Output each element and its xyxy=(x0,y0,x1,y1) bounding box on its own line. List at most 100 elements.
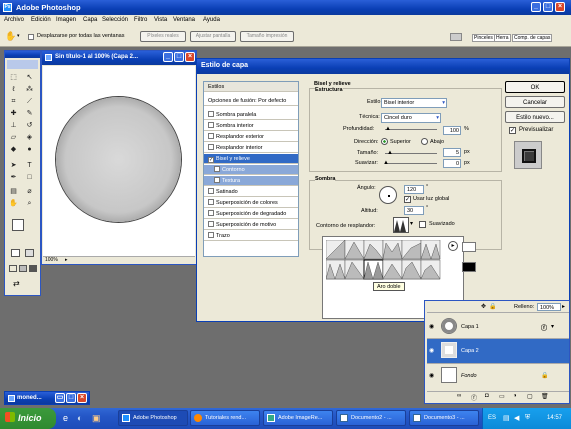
soften-input[interactable]: 0 xyxy=(443,159,461,168)
menu-capa[interactable]: Capa xyxy=(83,17,97,23)
clone-stamp-icon[interactable]: ⊥ xyxy=(9,121,18,130)
style-item-satin[interactable]: Satinado xyxy=(204,187,298,197)
direction-up-radio[interactable] xyxy=(381,138,388,145)
trash-icon[interactable]: 🗑 xyxy=(541,393,549,400)
task-documento3[interactable]: Documento3 - ... xyxy=(409,410,479,426)
depth-slider-thumb[interactable]: ▲ xyxy=(385,126,391,132)
actual-pixels-button[interactable]: Píxeles reales xyxy=(140,31,186,42)
standard-mode-icon[interactable] xyxy=(11,249,20,257)
style-checkbox[interactable] xyxy=(208,144,214,150)
language-indicator[interactable]: ES xyxy=(488,415,496,421)
notes-tool-icon[interactable]: ▤ xyxy=(9,187,18,196)
close-icon[interactable]: × xyxy=(77,393,87,403)
task-documento2[interactable]: Documento2 - ... xyxy=(336,410,406,426)
new-style-button[interactable]: Estilo nuevo... xyxy=(505,111,565,123)
status-arrow-icon[interactable]: ▸ xyxy=(65,257,68,263)
style-item-pattern-overlay[interactable]: Superposición de motivo xyxy=(204,220,298,230)
global-light-checkbox[interactable]: ✓ xyxy=(404,196,411,203)
style-checkbox[interactable] xyxy=(208,133,214,139)
screen-mode-1-icon[interactable] xyxy=(9,265,17,272)
menu-edicion[interactable]: Edición xyxy=(31,17,51,23)
security-icon[interactable]: ⛨ xyxy=(525,414,530,422)
magic-wand-tool-icon[interactable]: ⁂ xyxy=(25,85,34,94)
menu-vista[interactable]: Vista xyxy=(154,17,167,23)
palette-well-icon[interactable] xyxy=(450,33,462,41)
style-checkbox[interactable] xyxy=(208,232,214,238)
menu-filtro[interactable]: Filtro xyxy=(134,17,147,23)
document-canvas[interactable] xyxy=(43,66,195,256)
eyedropper-icon[interactable]: ⌀ xyxy=(25,187,34,196)
ie-icon[interactable]: e xyxy=(63,413,68,423)
lock-move-icon[interactable]: ✥ xyxy=(481,303,486,310)
start-button[interactable]: Inicio xyxy=(0,408,56,429)
style-item-bevel-emboss[interactable]: ✓ Bisel y relieve xyxy=(204,154,298,164)
angle-dial[interactable] xyxy=(379,186,397,204)
lock-all-icon[interactable]: 🔒 xyxy=(489,303,496,310)
layer-row[interactable]: ◉ Capa 1 ⓕ ▾ xyxy=(427,315,569,339)
lasso-tool-icon[interactable]: ℓ xyxy=(9,85,18,94)
depth-slider[interactable] xyxy=(385,129,437,130)
style-item-gradient-overlay[interactable]: Superposición de degradado xyxy=(204,209,298,219)
style-checkbox[interactable] xyxy=(214,177,220,183)
hand-tool-icon[interactable]: ✋ xyxy=(5,31,16,42)
quick-mask-icon[interactable] xyxy=(25,249,34,257)
menu-imagen[interactable]: Imagen xyxy=(56,17,76,23)
add-mask-icon[interactable]: ◘ xyxy=(485,393,489,399)
shape-tool-icon[interactable]: □ xyxy=(25,173,34,182)
doc-close-icon[interactable]: × xyxy=(185,52,195,62)
minimize-icon[interactable]: _ xyxy=(531,2,541,12)
style-checkbox[interactable] xyxy=(208,210,214,216)
style-checkbox[interactable] xyxy=(208,199,214,205)
style-checkbox[interactable] xyxy=(208,111,214,117)
move-tool-icon[interactable]: ↖ xyxy=(25,73,34,82)
add-style-icon[interactable]: ⓕ xyxy=(471,393,477,402)
type-tool-icon[interactable]: T xyxy=(25,161,34,170)
history-brush-icon[interactable]: ↺ xyxy=(25,121,34,130)
tab-tools[interactable]: Herra xyxy=(494,34,511,42)
menu-ventana[interactable]: Ventana xyxy=(173,17,195,23)
size-slider-thumb[interactable]: ▲ xyxy=(387,150,393,156)
gloss-contour-swatch[interactable] xyxy=(393,217,409,233)
close-icon[interactable]: × xyxy=(555,2,565,12)
chevron-right-icon[interactable]: ▸ xyxy=(562,303,565,310)
scroll-all-checkbox[interactable] xyxy=(28,34,34,40)
style-item-stroke[interactable]: Trazo xyxy=(204,231,298,241)
style-item-outer-glow[interactable]: Resplandor exterior xyxy=(204,132,298,142)
marquee-tool-icon[interactable]: ⬚ xyxy=(9,73,18,82)
crop-tool-icon[interactable]: ⌗ xyxy=(9,97,18,106)
chevron-down-icon[interactable]: ▾ xyxy=(551,323,554,330)
style-checkbox[interactable] xyxy=(214,166,220,172)
quicklaunch-icon[interactable]: ◐ xyxy=(77,413,82,423)
healing-brush-icon[interactable]: ✚ xyxy=(9,109,18,118)
pen-tool-icon[interactable]: ✒ xyxy=(9,173,18,182)
menu-archivo[interactable]: Archivo xyxy=(4,17,24,23)
technique-select[interactable]: Cincel duro ▾ xyxy=(381,113,441,123)
restore-icon[interactable]: ▭ xyxy=(55,393,65,403)
style-item-texture[interactable]: Textura xyxy=(204,176,298,186)
new-group-icon[interactable]: ▭ xyxy=(499,393,505,400)
style-checkbox[interactable] xyxy=(208,221,214,227)
soften-slider-thumb[interactable]: ▲ xyxy=(383,160,389,166)
style-item-inner-glow[interactable]: Resplandor interior xyxy=(204,143,298,153)
fit-screen-button[interactable]: Ajustar pantalla xyxy=(190,31,236,42)
depth-input[interactable]: 100 xyxy=(443,126,461,135)
maximize-icon[interactable]: □ xyxy=(543,2,553,12)
path-select-icon[interactable]: ➤ xyxy=(9,161,18,170)
style-checkbox[interactable] xyxy=(208,122,214,128)
dodge-tool-icon[interactable]: ● xyxy=(25,145,34,154)
size-input[interactable]: 5 xyxy=(443,148,461,157)
cancel-button[interactable]: Cancelar xyxy=(505,96,565,108)
direction-down-radio[interactable] xyxy=(421,138,428,145)
brush-tool-icon[interactable]: ✎ xyxy=(25,109,34,118)
network-icon[interactable]: ▤ xyxy=(503,414,510,422)
blur-tool-icon[interactable]: ◆ xyxy=(9,145,18,154)
style-checkbox[interactable] xyxy=(208,188,214,194)
doc-maximize-icon[interactable]: □ xyxy=(174,52,184,62)
shadow-color-swatch[interactable] xyxy=(462,262,476,272)
eye-icon[interactable]: ◉ xyxy=(429,372,434,379)
chevron-down-icon[interactable]: ▾ xyxy=(410,220,413,227)
style-item-inner-shadow[interactable]: Sombra interior xyxy=(204,121,298,131)
style-checkbox-checked[interactable]: ✓ xyxy=(208,157,214,163)
preview-checkbox[interactable]: ✓ xyxy=(509,127,516,134)
eye-icon[interactable]: ◉ xyxy=(429,323,434,330)
